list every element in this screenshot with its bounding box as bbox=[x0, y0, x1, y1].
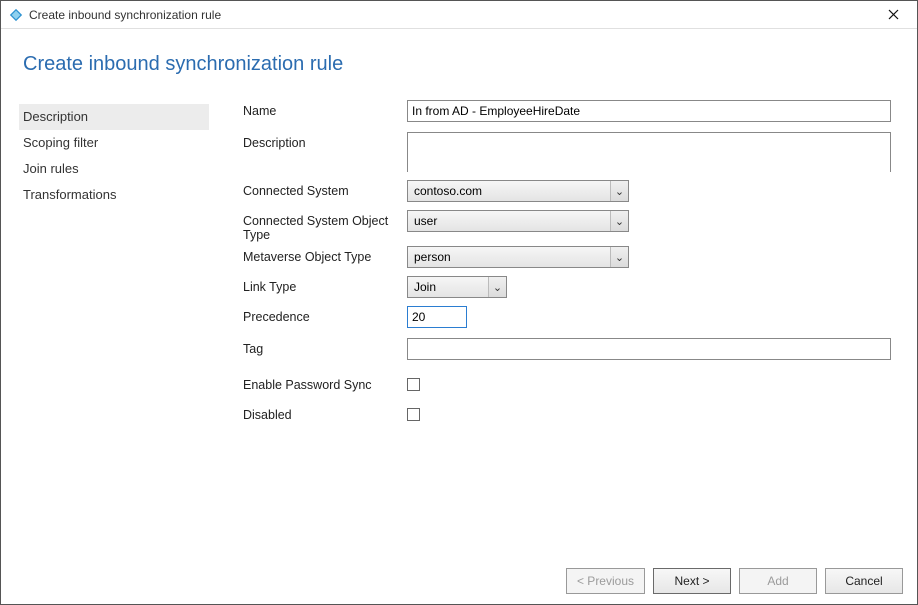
button-label: < Previous bbox=[577, 574, 634, 588]
dropdown-value: Join bbox=[414, 280, 436, 294]
label-cs-object-type: Connected System Object Type bbox=[243, 210, 407, 242]
enable-password-sync-checkbox[interactable] bbox=[407, 378, 420, 391]
dropdown-value: person bbox=[414, 250, 451, 264]
label-description: Description bbox=[243, 132, 407, 150]
dropdown-value: user bbox=[414, 214, 437, 228]
button-label: Next > bbox=[674, 574, 709, 588]
precedence-input[interactable] bbox=[407, 306, 467, 328]
name-input[interactable] bbox=[407, 100, 891, 122]
chevron-down-icon: ⌄ bbox=[610, 181, 628, 201]
sidebar-item-label: Scoping filter bbox=[23, 135, 98, 150]
dropdown-value: contoso.com bbox=[414, 184, 482, 198]
cancel-button[interactable]: Cancel bbox=[825, 568, 903, 594]
title-bar: Create inbound synchronization rule bbox=[1, 1, 917, 29]
label-precedence: Precedence bbox=[243, 306, 407, 324]
mv-object-type-dropdown[interactable]: person ⌄ bbox=[407, 246, 629, 268]
app-icon bbox=[9, 8, 23, 22]
cs-object-type-dropdown[interactable]: user ⌄ bbox=[407, 210, 629, 232]
chevron-down-icon: ⌄ bbox=[488, 277, 506, 297]
description-input[interactable] bbox=[407, 132, 891, 172]
label-mv-object-type: Metaverse Object Type bbox=[243, 246, 407, 264]
sidebar-item-label: Description bbox=[23, 109, 88, 124]
tag-input[interactable] bbox=[407, 338, 891, 360]
dialog-window: Create inbound synchronization rule Crea… bbox=[0, 0, 918, 605]
sidebar-item-transformations[interactable]: Transformations bbox=[19, 182, 209, 208]
sidebar-item-description[interactable]: Description bbox=[19, 104, 209, 130]
label-name: Name bbox=[243, 100, 407, 118]
sidebar-item-label: Transformations bbox=[23, 187, 116, 202]
add-button[interactable]: Add bbox=[739, 568, 817, 594]
sidebar-item-scoping-filter[interactable]: Scoping filter bbox=[19, 130, 209, 156]
page-heading: Create inbound synchronization rule bbox=[23, 53, 899, 76]
button-label: Cancel bbox=[845, 574, 882, 588]
wizard-steps-sidebar: Description Scoping filter Join rules Tr… bbox=[19, 100, 209, 208]
sidebar-item-join-rules[interactable]: Join rules bbox=[19, 156, 209, 182]
disabled-checkbox[interactable] bbox=[407, 408, 420, 421]
chevron-down-icon: ⌄ bbox=[610, 211, 628, 231]
label-connected-system: Connected System bbox=[243, 180, 407, 198]
button-label: Add bbox=[767, 574, 788, 588]
connected-system-dropdown[interactable]: contoso.com ⌄ bbox=[407, 180, 629, 202]
label-tag: Tag bbox=[243, 338, 407, 356]
next-button[interactable]: Next > bbox=[653, 568, 731, 594]
chevron-down-icon: ⌄ bbox=[610, 247, 628, 267]
sidebar-item-label: Join rules bbox=[23, 161, 79, 176]
footer-buttons: < Previous Next > Add Cancel bbox=[566, 568, 903, 594]
label-link-type: Link Type bbox=[243, 276, 407, 294]
link-type-dropdown[interactable]: Join ⌄ bbox=[407, 276, 507, 298]
window-title: Create inbound synchronization rule bbox=[29, 8, 221, 22]
form-area: Name Description Connected System bbox=[209, 100, 899, 434]
label-disabled: Disabled bbox=[243, 404, 407, 422]
label-enable-password-sync: Enable Password Sync bbox=[243, 374, 407, 392]
close-button[interactable] bbox=[877, 4, 909, 26]
previous-button[interactable]: < Previous bbox=[566, 568, 645, 594]
